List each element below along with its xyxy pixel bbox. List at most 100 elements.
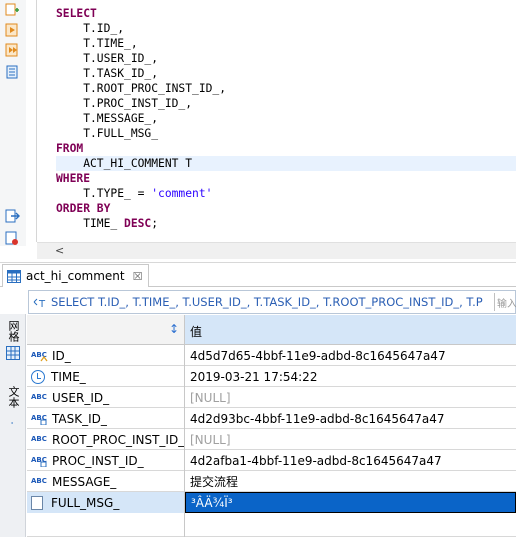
sql-keyword: ORDER BY	[56, 202, 111, 215]
value-column-header[interactable]: 值	[185, 315, 516, 345]
column-name: ROOT_PROC_INST_ID_	[52, 432, 185, 447]
tab-act-hi-comment[interactable]: act_hi_comment ☒	[2, 264, 150, 287]
svg-text:T: T	[7, 421, 14, 424]
editor-horizontal-scrollbar[interactable]: <	[37, 242, 516, 259]
sql-text: T.FULL_MSG_	[56, 127, 159, 140]
code-line[interactable]: WHERE	[56, 171, 516, 186]
svg-text:ABC: ABC	[31, 414, 47, 422]
table-row[interactable]: ABC ID_ 4d5d7d65-4bbf-11e9-adbd-8c1645647a…	[27, 345, 516, 366]
editor-toolbar	[0, 0, 26, 246]
run-script-icon[interactable]	[4, 42, 20, 58]
column-name-cell[interactable]: ABC PROC_INST_ID_	[27, 450, 185, 471]
code-line[interactable]: T.PROC_INST_ID_,	[56, 96, 516, 111]
svg-text:ABC: ABC	[31, 435, 47, 443]
column-name: USER_ID_	[52, 390, 110, 405]
code-line[interactable]: ORDER BY	[56, 201, 516, 216]
table-row[interactable]: FULL_MSG_ ³ÂÄ¾Ï³	[27, 492, 516, 513]
code-line[interactable]: FROM	[56, 141, 516, 156]
table-row[interactable]: ABC ROOT_PROC_INST_ID_ [NULL]	[27, 429, 516, 450]
svg-text:ABC: ABC	[31, 456, 47, 464]
scroll-left-icon[interactable]: <	[55, 244, 64, 257]
grid-tab-label: 网格	[7, 320, 20, 342]
column-name-cell[interactable]: ABC MESSAGE_	[27, 471, 185, 492]
value-cell[interactable]: 提交流程	[185, 471, 516, 492]
code-line[interactable]: SELECT	[56, 6, 516, 21]
code-line[interactable]: T.TASK_ID_,	[56, 66, 516, 81]
abc-icon: ABC	[31, 433, 48, 446]
table-row[interactable]: ABC TASK_ID_ 4d2d93bc-4bbf-11e9-adbd-8c164…	[27, 408, 516, 429]
code-line[interactable]: T.MESSAGE_,	[56, 111, 516, 126]
code-line[interactable]: T.TYPE_ = 'comment'	[56, 186, 516, 201]
sql-code[interactable]: SELECT T.ID_, T.TIME_, T.USER_ID_, T.TAS…	[56, 6, 516, 231]
abc-index-icon: ABC	[31, 412, 48, 426]
column-name-cell[interactable]: FULL_MSG_	[27, 492, 185, 513]
value-cell[interactable]: 4d2afba1-4bbf-11e9-adbd-8c1645647a47	[185, 450, 516, 471]
svg-text:T: T	[38, 299, 46, 309]
query-text-bar: T SELECT T.ID_, T.TIME_, T.USER_ID_, T.T…	[28, 290, 516, 314]
abc-icon: ABC	[31, 475, 48, 488]
sql-editor[interactable]: SELECT T.ID_, T.TIME_, T.USER_ID_, T.TAS…	[37, 0, 516, 242]
abc-icon: ABC	[31, 391, 48, 404]
value-cell[interactable]: [NULL]	[185, 387, 516, 408]
load-script-icon[interactable]	[4, 230, 20, 246]
code-line[interactable]: T.TIME_,	[56, 36, 516, 51]
filter-input[interactable]: 输入	[494, 293, 516, 311]
current-line[interactable]: ACT_HI_COMMENT T	[56, 156, 516, 171]
table-icon	[7, 269, 21, 283]
query-text[interactable]: SELECT T.ID_, T.TIME_, T.USER_ID_, T.TAS…	[51, 295, 491, 309]
column-name-header[interactable]: ↕	[27, 315, 185, 345]
sql-text: T.TYPE_ =	[56, 187, 152, 200]
column-name-cell[interactable]: ABC USER_ID_	[27, 387, 185, 408]
filter-sql-icon[interactable]: T	[33, 296, 47, 309]
grid-header: ↕ 值	[27, 315, 516, 345]
sql-keyword: WHERE	[56, 172, 91, 185]
code-line[interactable]: T.ROOT_PROC_INST_ID_,	[56, 81, 516, 96]
export-icon[interactable]	[4, 208, 20, 224]
sql-text: ;	[151, 217, 159, 230]
value-cell[interactable]: 4d5d7d65-4bbf-11e9-adbd-8c1645647a47	[185, 345, 516, 366]
column-name: FULL_MSG_	[51, 495, 120, 510]
value-cell[interactable]: 2019-03-21 17:54:22	[185, 366, 516, 387]
abc-key-icon: ABC	[31, 349, 48, 362]
table-row[interactable]: TIME_ 2019-03-21 17:54:22	[27, 366, 516, 387]
svg-text:ABC: ABC	[31, 393, 47, 401]
value-cell[interactable]: [NULL]	[185, 429, 516, 450]
svg-text:ABC: ABC	[31, 477, 47, 485]
run-statement-icon[interactable]	[4, 22, 20, 38]
table-row[interactable]: ABC USER_ID_ [NULL]	[27, 387, 516, 408]
explain-plan-icon[interactable]	[4, 64, 20, 80]
column-name-cell[interactable]: ABC ROOT_PROC_INST_ID_	[27, 429, 185, 450]
column-name-cell[interactable]: ABC ID_	[27, 345, 185, 366]
code-line[interactable]: TIME_ DESC;	[56, 216, 516, 231]
value-cell[interactable]: 4d2d93bc-4bbf-11e9-adbd-8c1645647a47	[185, 408, 516, 429]
sql-text: T.TASK_ID_,	[56, 67, 159, 80]
tab-grid-view[interactable]: 网格	[3, 320, 23, 380]
sql-text: T.MESSAGE_,	[56, 112, 159, 125]
text-tab-label: 文本	[7, 386, 20, 408]
table-row[interactable]: ABC MESSAGE_ 提交流程	[27, 471, 516, 492]
sql-text: T.ROOT_PROC_INST_ID_,	[56, 82, 227, 95]
clock-icon	[31, 369, 45, 384]
tab-label: act_hi_comment	[26, 269, 125, 283]
code-line[interactable]: T.USER_ID_,	[56, 51, 516, 66]
sql-keyword: FROM	[56, 142, 84, 155]
empty-name-cell	[27, 513, 185, 537]
record-grid[interactable]: ↕ 值 ABC ID_ 4d5d7d65-4bbf-11e9-adbd-8c1645…	[27, 315, 516, 537]
add-script-icon[interactable]	[4, 2, 20, 18]
value-cell[interactable]: ³ÂÄ¾Ï³	[185, 492, 516, 513]
abc-index-icon: ABC	[31, 454, 48, 468]
binary-doc-icon	[31, 495, 43, 510]
sql-text: T.PROC_INST_ID_,	[56, 97, 193, 110]
sort-icon[interactable]: ↕	[169, 322, 179, 336]
code-line[interactable]: T.ID_,	[56, 21, 516, 36]
grid-empty-row	[27, 513, 516, 537]
table-row[interactable]: ABC PROC_INST_ID_ 4d2afba1-4bbf-11e9-adbd-…	[27, 450, 516, 471]
column-name-cell[interactable]: ABC TASK_ID_	[27, 408, 185, 429]
results-tabbar: act_hi_comment ☒	[0, 262, 516, 287]
sql-text: ACT_HI_COMMENT T	[56, 157, 193, 170]
tab-text-view[interactable]: 文本 T	[3, 386, 23, 446]
code-line[interactable]: T.FULL_MSG_	[56, 126, 516, 141]
grid-icon	[6, 346, 20, 360]
close-tab-icon[interactable]: ☒	[133, 270, 143, 283]
column-name-cell[interactable]: TIME_	[27, 366, 185, 387]
